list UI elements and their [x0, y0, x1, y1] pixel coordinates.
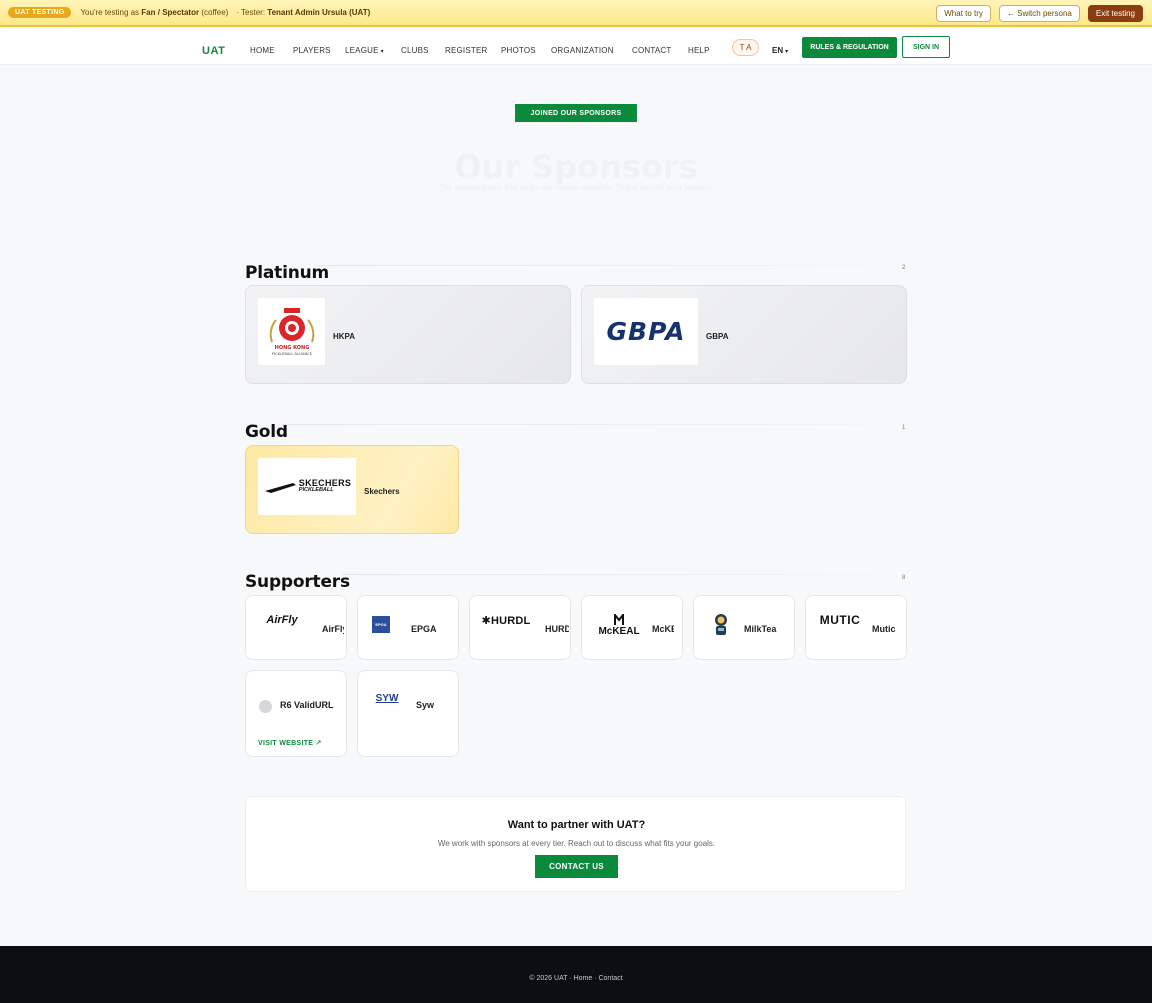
- uat-testing-pill: UAT TESTING: [8, 7, 72, 18]
- gbpa-logo-text: GBPA: [606, 317, 686, 346]
- hurdl-logo-label: HURDL: [490, 614, 531, 627]
- sponsor-logo-skechers: SKECHERS PICKLEBALL: [258, 458, 356, 515]
- rules-regulation-button[interactable]: RULES & REGULATION: [802, 37, 897, 58]
- nav-clubs[interactable]: CLUBS: [401, 46, 429, 55]
- tier-title-gold: Gold: [245, 422, 288, 442]
- page-title: Our Sponsors: [454, 148, 698, 186]
- page-subtitle: The organizations that make our league p…: [438, 183, 714, 192]
- sponsor-name: R6 ValidURL: [280, 700, 334, 710]
- airfly-logo-text: AirFly: [266, 614, 298, 626]
- sponsor-name: MilkTea: [744, 624, 777, 634]
- uat-persona-note: (coffee): [201, 8, 229, 17]
- sponsor-logo-airfly: AirFly: [258, 610, 306, 630]
- uat-prefix: You're testing as: [80, 8, 140, 17]
- mckeal-mark-icon: [614, 613, 624, 625]
- exit-testing-button[interactable]: Exit testing: [1087, 5, 1143, 22]
- sponsor-logo-syw: SYW: [372, 689, 402, 707]
- contact-us-button[interactable]: CONTACT US: [535, 855, 618, 878]
- milktea-mascot-icon: [715, 614, 727, 635]
- mutic-logo-text: MUTIC: [819, 613, 861, 627]
- uat-actions: What to try ← Switch persona Exit testin…: [936, 5, 1143, 22]
- sponsor-name: AirFly: [322, 624, 344, 634]
- sponsor-card-airfly[interactable]: AirFly AirFly: [245, 595, 347, 660]
- sponsor-card-r6-validurl[interactable]: R6 ValidURL VISIT WEBSITE ↗: [245, 670, 347, 757]
- tier-title-supporters: Supporters: [245, 572, 350, 592]
- sponsor-card-mckeal[interactable]: McKEAL McKEAL: [581, 595, 683, 660]
- sponsor-card-mutic[interactable]: MUTIC Mutic: [805, 595, 907, 660]
- partner-subtitle: We work with sponsors at every tier. Rea…: [437, 839, 716, 848]
- partner-title: Want to partner with UAT?: [507, 819, 646, 831]
- chevron-down-icon: ▾: [380, 49, 384, 55]
- language-select[interactable]: EN ▾: [772, 46, 788, 55]
- sponsor-name: Mutic: [872, 624, 896, 634]
- tier-count-platinum: 2: [902, 265, 906, 271]
- epga-logo-text: EPGA: [375, 622, 387, 627]
- uat-tester-name: Tenant Admin Ursula (UAT): [267, 8, 371, 17]
- sponsor-card-syw[interactable]: SYW Syw: [357, 670, 459, 757]
- sponsor-logo-mckeal: McKEAL: [594, 610, 644, 640]
- language-label: EN: [772, 46, 784, 55]
- sponsor-name: Syw: [416, 700, 435, 710]
- nav-organization[interactable]: ORGANIZATION: [551, 46, 614, 55]
- sponsor-name: HKPA: [333, 332, 356, 341]
- sponsor-name: McKEAL: [652, 624, 674, 634]
- footer: © 2026 UAT · Home · Contact: [0, 946, 1152, 1003]
- tier-divider: [282, 424, 866, 425]
- uat-persona-message: You're testing as Fan / Spectator (coffe…: [80, 8, 228, 17]
- text-size-icon[interactable]: T A: [732, 39, 759, 56]
- tier-divider: [318, 265, 866, 266]
- sponsor-logo-gbpa: GBPA: [594, 298, 698, 365]
- uat-tester-prefix: · Tester:: [236, 8, 266, 17]
- uat-persona: Fan / Spectator: [141, 8, 200, 17]
- switch-persona-button[interactable]: ← Switch persona: [998, 5, 1080, 22]
- sponsor-logo-mutic: MUTIC: [816, 610, 864, 630]
- hero-badge: JOINED OUR SPONSORS: [515, 104, 637, 122]
- uat-testing-banner: UAT TESTING You're testing as Fan / Spec…: [0, 0, 1152, 27]
- sponsor-logo-hkpa: HONG KONG PICKLEBALL ALLIANCE: [258, 298, 325, 365]
- svg-text:PICKLEBALL ALLIANCE: PICKLEBALL ALLIANCE: [272, 352, 313, 356]
- brand-logo[interactable]: UAT: [202, 45, 225, 57]
- footer-text: © 2026 UAT · Home · Contact: [529, 975, 623, 982]
- sponsor-name: HURDL: [545, 624, 569, 634]
- what-to-try-button[interactable]: What to try: [936, 5, 991, 22]
- sponsor-card-gbpa[interactable]: GBPA GBPA: [581, 285, 907, 384]
- placeholder-logo-icon: [259, 700, 272, 713]
- svg-text:HONG KONG: HONG KONG: [274, 345, 309, 351]
- nav-help[interactable]: HELP: [688, 46, 710, 55]
- tier-count-gold: 1: [902, 425, 906, 431]
- sponsor-card-milktea[interactable]: MilkTea: [693, 595, 795, 660]
- sponsor-name: EPGA: [411, 624, 437, 634]
- uat-tester-info: · Tester: Tenant Admin Ursula (UAT): [236, 8, 370, 17]
- nav-home[interactable]: HOME: [250, 46, 275, 55]
- nav-players[interactable]: PLAYERS: [293, 46, 331, 55]
- skechers-logo-sub: PICKLEBALL: [298, 487, 334, 494]
- sponsor-logo-hurdl: ✱HURDL: [481, 610, 531, 630]
- nav-register[interactable]: REGISTER: [445, 46, 488, 55]
- skechers-swoosh-icon: [264, 482, 296, 493]
- sponsor-name: GBPA: [706, 332, 729, 341]
- sponsor-card-hkpa[interactable]: HONG KONG PICKLEBALL ALLIANCE HKPA: [245, 285, 571, 384]
- hkpa-logo-icon: HONG KONG PICKLEBALL ALLIANCE: [269, 307, 314, 356]
- nav-contact[interactable]: CONTACT: [632, 46, 671, 55]
- visit-website-link[interactable]: VISIT WEBSITE ↗: [258, 739, 322, 747]
- sign-in-button[interactable]: SIGN IN: [902, 36, 950, 58]
- tier-title-platinum: Platinum: [245, 263, 330, 283]
- nav-league[interactable]: LEAGUE ▾: [345, 46, 384, 55]
- syw-logo-text: SYW: [375, 692, 399, 704]
- partner-cta: Want to partner with UAT? We work with s…: [245, 796, 906, 892]
- sponsor-card-epga[interactable]: EPGA EPGA: [357, 595, 459, 660]
- mckeal-logo-text: McKEAL: [598, 625, 640, 637]
- sponsor-logo-epga: EPGA: [372, 616, 390, 633]
- tier-count-supporters: 8: [902, 575, 906, 581]
- main-navbar: UAT HOME PLAYERS LEAGUE ▾ CLUBS REGISTER …: [0, 27, 1152, 65]
- nav-photos[interactable]: PHOTOS: [501, 46, 536, 55]
- sponsor-logo-milktea: [710, 612, 732, 638]
- nav-league-label: LEAGUE: [345, 46, 379, 55]
- sponsor-card-skechers[interactable]: SKECHERS PICKLEBALL Skechers: [245, 445, 459, 534]
- sponsor-name: Skechers: [364, 487, 400, 496]
- hurdl-logo-text: ✱HURDL: [481, 614, 531, 627]
- tier-divider: [342, 574, 872, 575]
- sponsor-card-hurdl[interactable]: ✱HURDL HURDL: [469, 595, 571, 660]
- chevron-down-icon: ▾: [785, 49, 789, 55]
